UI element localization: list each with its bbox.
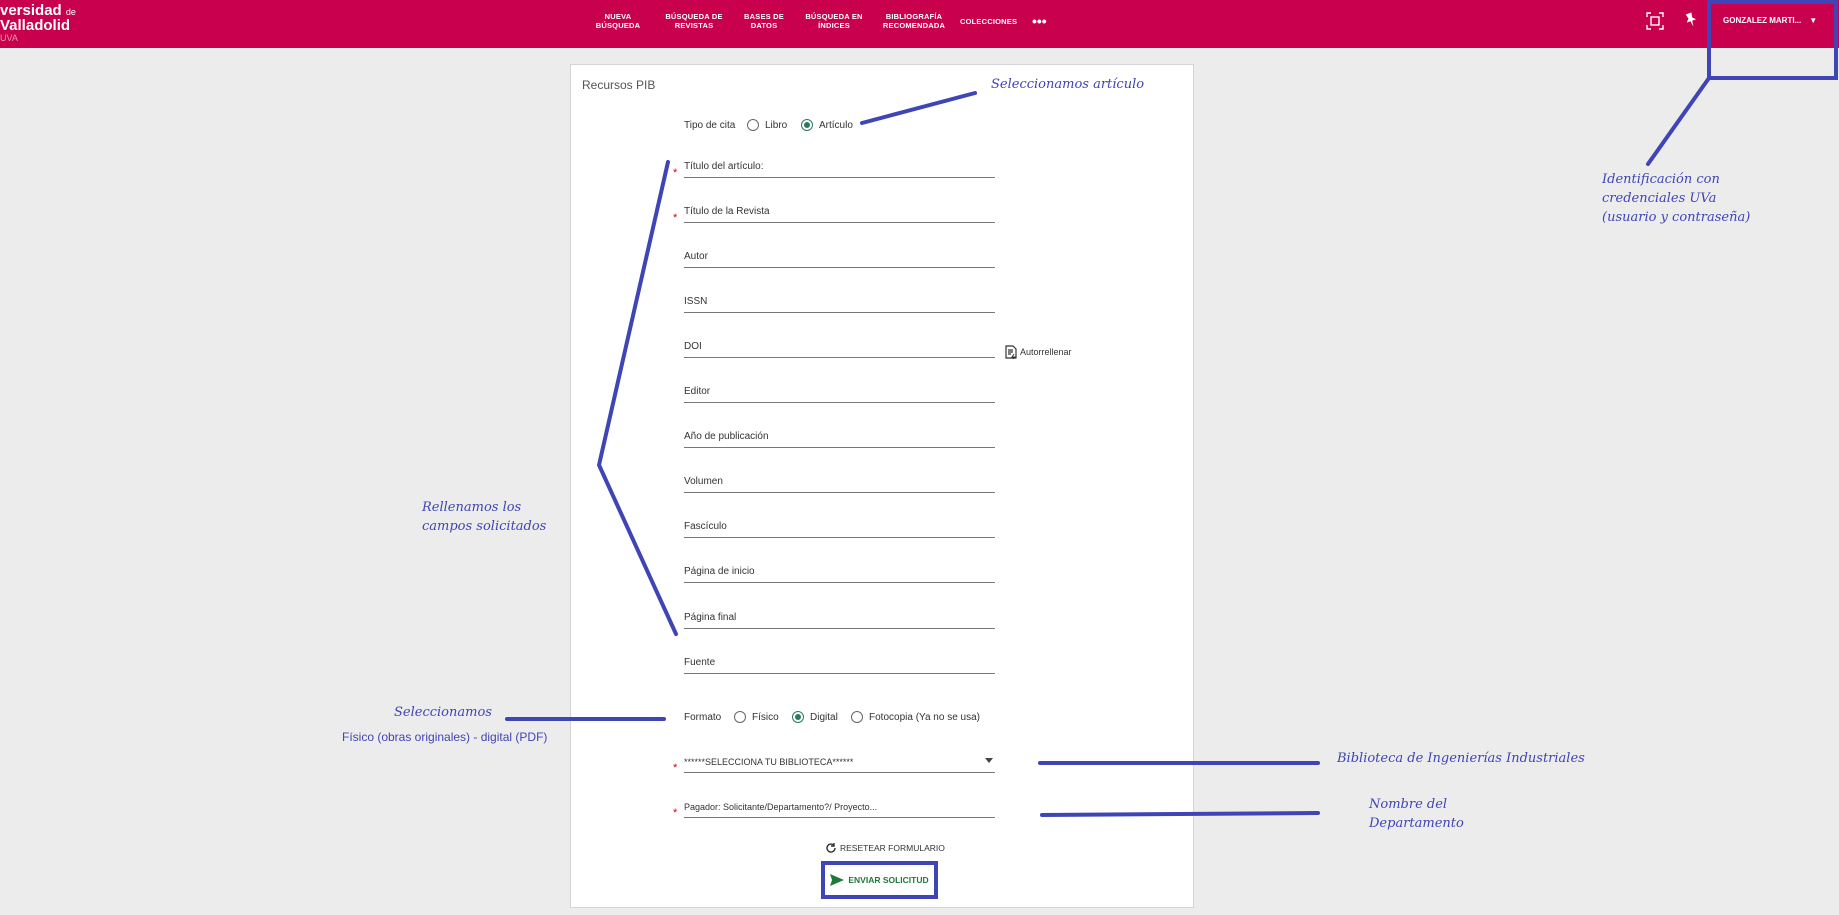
required-marker: * [673,807,678,819]
biblioteca-select[interactable]: ******SELECCIONA TU BIBLIOTECA****** [684,752,995,773]
nav-busqueda-revistas[interactable]: BÚSQUEDA DE REVISTAS [664,12,724,30]
volumen-field[interactable]: Volumen [684,472,995,493]
radio-libro[interactable] [747,119,759,131]
editor-field[interactable]: Editor [684,382,995,403]
autor-field[interactable]: Autor [684,247,995,268]
doi-field[interactable]: DOI [684,337,995,358]
form-title: Recursos PIB [582,78,656,92]
required-marker: * [673,762,678,774]
annotation-formato-nota: Físico (obras originales) - digital (PDF… [342,730,548,744]
annotation-rellenamos: Rellenamos los campos solicitados [422,500,547,534]
pagina-inicio-field[interactable]: Página de inicio [684,562,995,583]
radio-fisico-label: Físico [752,712,779,723]
radio-fotocopia[interactable] [851,711,863,723]
nav-colecciones[interactable]: COLECCIONES [960,17,1017,26]
dropdown-arrow-icon [985,758,993,763]
pin-icon[interactable] [1684,12,1702,30]
annotation-identificacion: Identificación con credenciales UVa (usu… [1602,172,1751,225]
autofill-button[interactable]: Autorrellenar [1005,345,1072,359]
radio-articulo-label: Artículo [819,120,853,131]
radio-articulo[interactable] [801,119,813,131]
titulo-revista-field[interactable]: Título de la Revista [684,202,995,223]
top-bar: versidad de Valladolid UVA NUEVA BÚSQUEDA… [0,0,1839,48]
radio-libro-label: Libro [765,120,788,131]
send-request-button[interactable]: ENVIAR SOLICITUD [821,861,938,899]
send-icon [830,874,845,886]
refresh-icon [826,843,836,853]
user-menu[interactable]: GONZALEZ MARTI... ▼ [1723,16,1817,25]
nav-busqueda-indices[interactable]: BÚSQUEDA EN ÍNDICES [804,12,864,30]
nav-nueva-busqueda[interactable]: NUEVA BÚSQUEDA [590,12,646,30]
pagador-field[interactable]: Pagador: Solicitante/Departamento?/ Proy… [684,797,995,818]
annotation-biblioteca: Biblioteca de Ingenierías Industriales [1337,751,1585,766]
chevron-down-icon: ▼ [1809,16,1818,25]
annotation-articulo: Seleccionamos artículo [991,77,1145,92]
user-pointer-line [1646,76,1711,166]
more-menu-icon[interactable]: ••• [1032,13,1047,29]
tipo-cita-label: Tipo de cita [684,120,736,131]
titulo-articulo-field[interactable]: Título del artículo: [684,157,995,178]
university-logo[interactable]: versidad de Valladolid UVA [0,3,76,45]
required-marker: * [673,212,678,224]
nav-bibliografia[interactable]: BIBLIOGRAFÍA RECOMENDADA [882,12,946,30]
annotation-departamento: Nombre del Departamento [1369,797,1464,831]
autofill-icon [1005,345,1017,359]
scan-icon[interactable] [1646,12,1664,30]
required-marker: * [673,167,678,179]
radio-fisico[interactable] [734,711,746,723]
anio-field[interactable]: Año de publicación [684,427,995,448]
nav-bases-datos[interactable]: BASES DE DATOS [742,12,786,30]
issn-field[interactable]: ISSN [684,292,995,313]
formato-label: Formato [684,712,722,723]
radio-digital[interactable] [792,711,804,723]
radio-fotocopia-label: Fotocopia (Ya no se usa) [869,712,980,723]
reset-form-button[interactable]: RESETEAR FORMULARIO [825,842,945,854]
radio-digital-label: Digital [810,712,838,723]
fasciculo-field[interactable]: Fascículo [684,517,995,538]
fuente-field[interactable]: Fuente [684,653,995,674]
annotation-seleccionamos: Seleccionamos [394,705,492,720]
request-form: Recursos PIB Tipo de cita Libro Artículo… [570,64,1194,908]
main-nav: NUEVA BÚSQUEDA BÚSQUEDA DE REVISTAS BASES … [590,12,1047,30]
pagina-final-field[interactable]: Página final [684,608,995,629]
